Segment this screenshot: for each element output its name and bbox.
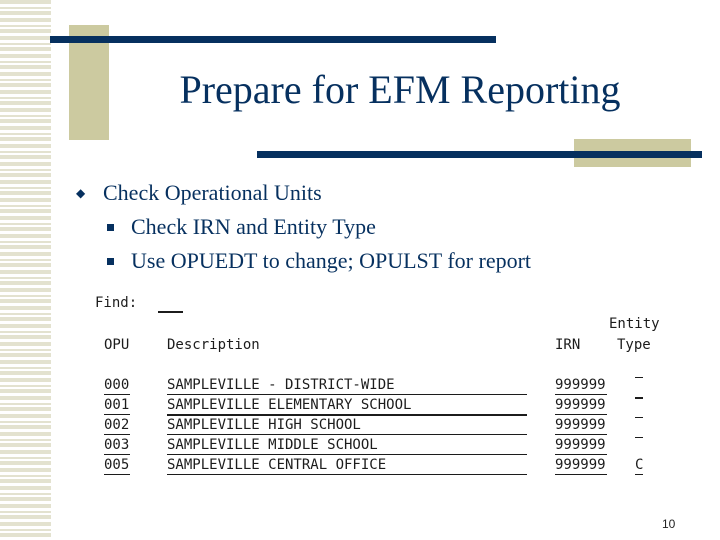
opu-cell[interactable]: 000 bbox=[104, 377, 130, 395]
find-label: Find: bbox=[95, 295, 138, 311]
sub-bullet-item: Use OPUEDT to change; OPULST for report bbox=[72, 244, 531, 278]
diamond-bullet-icon: ◆ bbox=[76, 185, 86, 200]
square-bullet-icon bbox=[107, 223, 114, 231]
find-input[interactable] bbox=[158, 295, 183, 313]
entity-type-header-line1: Entity bbox=[609, 316, 660, 332]
page-number: 10 bbox=[662, 517, 676, 531]
bullet-item: ◆ Check Operational Units bbox=[72, 176, 531, 210]
entity-type-cell[interactable] bbox=[635, 397, 643, 399]
description-cell[interactable]: SAMPLEVILLE CENTRAL OFFICE bbox=[167, 457, 527, 475]
table-row: 003 SAMPLEVILLE MIDDLE SCHOOL 999999 bbox=[95, 437, 675, 457]
description-cell[interactable]: SAMPLEVILLE HIGH SCHOOL bbox=[167, 417, 527, 435]
opu-cell[interactable]: 001 bbox=[104, 397, 130, 415]
irn-cell[interactable]: 999999 bbox=[555, 377, 607, 395]
decorative-bottom-line bbox=[257, 151, 702, 158]
description-cell[interactable]: SAMPLEVILLE ELEMENTARY SCHOOL bbox=[167, 397, 527, 416]
entity-type-cell[interactable] bbox=[635, 417, 643, 418]
description-cell[interactable]: SAMPLEVILLE MIDDLE SCHOOL bbox=[167, 437, 527, 455]
sub-bullet-text: Use OPUEDT to change; OPULST for report bbox=[131, 248, 532, 273]
opu-header: OPU bbox=[104, 337, 130, 353]
table-row: 005 SAMPLEVILLE CENTRAL OFFICE 999999 C bbox=[95, 457, 675, 477]
table-row: 002 SAMPLEVILLE HIGH SCHOOL 999999 bbox=[95, 417, 675, 437]
decorative-stripes bbox=[0, 0, 51, 540]
sub-bullet-item: Check IRN and Entity Type bbox=[72, 210, 531, 244]
description-header: Description bbox=[167, 337, 260, 353]
decorative-top-line bbox=[50, 36, 496, 43]
square-bullet-icon bbox=[107, 257, 114, 265]
bullet-text: Check Operational Units bbox=[103, 180, 322, 205]
slide-title: Prepare for EFM Reporting bbox=[179, 67, 621, 112]
entity-type-header-line2: Type bbox=[617, 337, 651, 353]
opu-cell[interactable]: 005 bbox=[104, 457, 130, 475]
irn-cell[interactable]: 999999 bbox=[555, 397, 607, 415]
irn-cell[interactable]: 999999 bbox=[555, 437, 607, 455]
entity-type-cell[interactable] bbox=[635, 377, 643, 378]
bullet-list: ◆ Check Operational Units Check IRN and … bbox=[72, 176, 531, 278]
table-row: 001 SAMPLEVILLE ELEMENTARY SCHOOL 999999 bbox=[95, 397, 675, 417]
entity-type-cell[interactable]: C bbox=[635, 457, 643, 475]
entity-type-cell[interactable] bbox=[635, 437, 643, 438]
opu-cell[interactable]: 003 bbox=[104, 437, 130, 455]
table-row: 000 SAMPLEVILLE - DISTRICT-WIDE 999999 bbox=[95, 377, 675, 397]
irn-cell[interactable]: 999999 bbox=[555, 457, 607, 475]
opu-screen: Find: Entity OPU Description IRN Type 00… bbox=[95, 292, 675, 492]
opu-cell[interactable]: 002 bbox=[104, 417, 130, 435]
irn-cell[interactable]: 999999 bbox=[555, 417, 607, 435]
sub-bullet-text: Check IRN and Entity Type bbox=[131, 214, 376, 239]
description-cell[interactable]: SAMPLEVILLE - DISTRICT-WIDE bbox=[167, 377, 527, 395]
irn-header: IRN bbox=[555, 337, 581, 353]
